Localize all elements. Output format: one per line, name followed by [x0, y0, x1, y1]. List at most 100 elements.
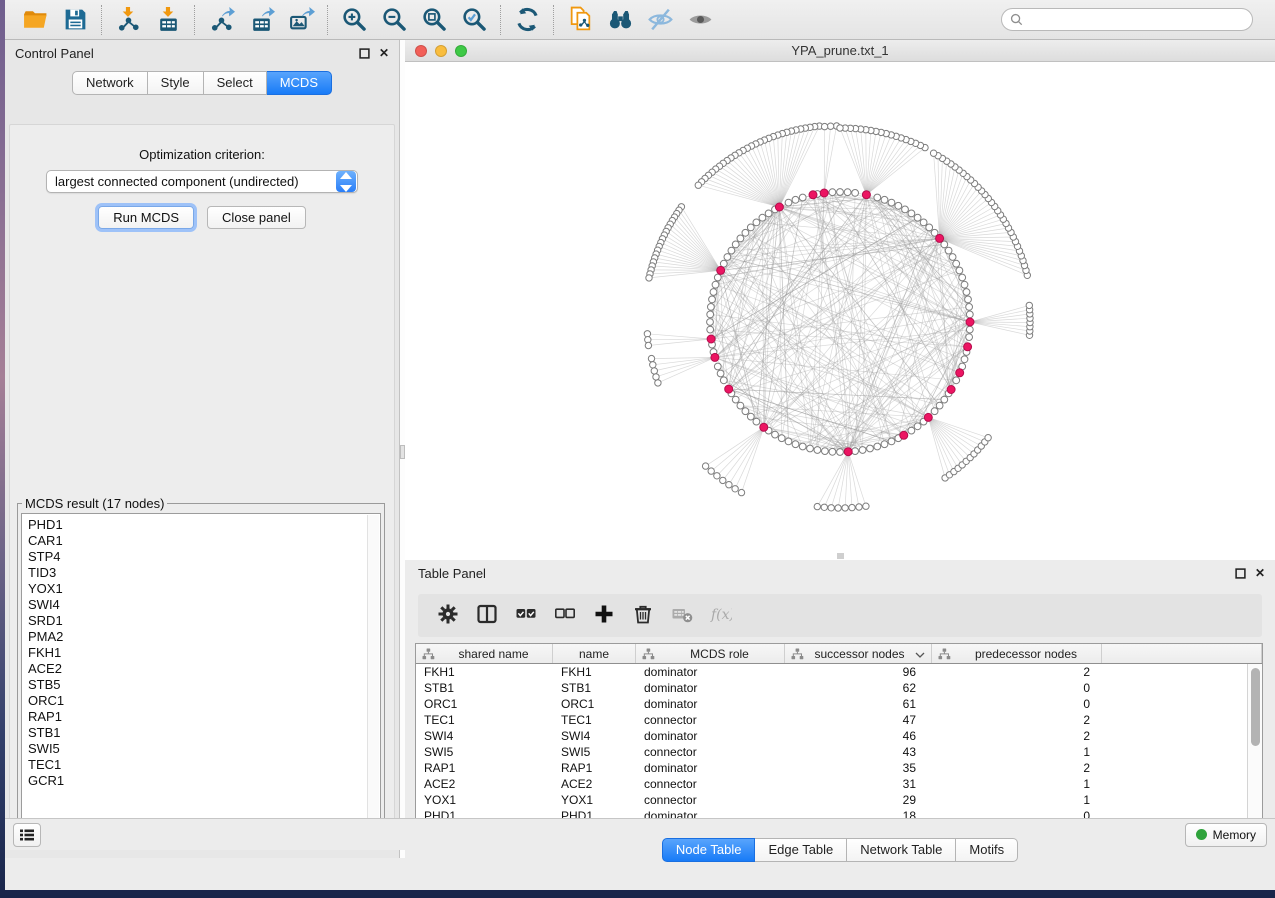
column-header-MCDS-role[interactable]: MCDS role [636, 644, 785, 663]
cell-shared-name[interactable]: ACE2 [416, 776, 553, 792]
cell-name[interactable]: YOX1 [553, 792, 636, 808]
table-row[interactable]: SWI5SWI5connector431 [416, 744, 1246, 760]
export-table-button[interactable] [241, 3, 281, 37]
cell-predecessor-nodes[interactable]: 2 [932, 712, 1102, 728]
mcds-result-item[interactable]: SWI4 [28, 597, 364, 613]
cell-successor-nodes[interactable]: 62 [785, 680, 932, 696]
mcds-result-item[interactable]: PMA2 [28, 629, 364, 645]
cell-predecessor-nodes[interactable]: 2 [932, 760, 1102, 776]
cell-name[interactable]: ACE2 [553, 776, 636, 792]
mcds-result-item[interactable]: STP4 [28, 549, 364, 565]
import-network-button[interactable] [108, 3, 148, 37]
tab-network[interactable]: Network [72, 71, 148, 95]
float-panel-icon[interactable] [1235, 568, 1246, 579]
table-row[interactable]: FKH1FKH1dominator962 [416, 664, 1246, 680]
table-row[interactable]: RAP1RAP1dominator352 [416, 760, 1246, 776]
cell-shared-name[interactable]: SWI4 [416, 728, 553, 744]
close-panel-icon[interactable]: ✕ [379, 46, 389, 60]
zoom-out-button[interactable] [374, 3, 414, 37]
settings-gear-button[interactable] [432, 598, 464, 634]
mcds-result-item[interactable]: CAR1 [28, 533, 364, 549]
cell-shared-name[interactable]: FKH1 [416, 664, 553, 680]
cell-predecessor-nodes[interactable]: 1 [932, 744, 1102, 760]
cell-name[interactable]: STB1 [553, 680, 636, 696]
mcds-result-item[interactable]: PHD1 [28, 517, 364, 533]
cell-shared-name[interactable]: TEC1 [416, 712, 553, 728]
cell-shared-name[interactable]: STB1 [416, 680, 553, 696]
open-session-button[interactable] [15, 3, 55, 37]
cell-shared-name[interactable]: RAP1 [416, 760, 553, 776]
optimization-select[interactable]: largest connected component (undirected) [46, 170, 358, 193]
cell-predecessor-nodes[interactable]: 1 [932, 792, 1102, 808]
cell-MCDS-role[interactable]: dominator [636, 760, 785, 776]
cell-shared-name[interactable]: YOX1 [416, 792, 553, 808]
hide-details-button[interactable] [640, 3, 680, 37]
zoom-window-icon[interactable] [455, 45, 467, 57]
add-column-button[interactable] [588, 598, 620, 634]
cell-predecessor-nodes[interactable]: 2 [932, 664, 1102, 680]
export-image-button[interactable] [281, 3, 321, 37]
show-details-button[interactable] [680, 3, 720, 37]
mcds-result-item[interactable]: ACE2 [28, 661, 364, 677]
refresh-view-button[interactable] [507, 3, 547, 37]
cell-name[interactable]: SWI4 [553, 728, 636, 744]
close-window-icon[interactable] [415, 45, 427, 57]
run-mcds-button[interactable]: Run MCDS [98, 206, 194, 229]
cell-MCDS-role[interactable]: connector [636, 712, 785, 728]
horizontal-splitter[interactable] [405, 552, 1275, 560]
mcds-result-item[interactable]: SRD1 [28, 613, 364, 629]
cell-MCDS-role[interactable]: dominator [636, 728, 785, 744]
mcds-result-item[interactable]: GCR1 [28, 773, 364, 789]
cell-shared-name[interactable]: ORC1 [416, 696, 553, 712]
scrollbar-thumb[interactable] [1251, 668, 1260, 746]
column-header-name[interactable]: name [553, 644, 636, 663]
close-panel-button[interactable]: Close panel [207, 206, 306, 229]
mcds-result-item[interactable]: FKH1 [28, 645, 364, 661]
cell-MCDS-role[interactable]: dominator [636, 696, 785, 712]
cell-predecessor-nodes[interactable]: 0 [932, 696, 1102, 712]
column-header-predecessor-nodes[interactable]: predecessor nodes [932, 644, 1102, 663]
cell-MCDS-role[interactable]: connector [636, 744, 785, 760]
cell-MCDS-role[interactable]: connector [636, 776, 785, 792]
tab-style[interactable]: Style [148, 71, 204, 95]
cell-successor-nodes[interactable]: 96 [785, 664, 932, 680]
table-row[interactable]: SWI4SWI4dominator462 [416, 728, 1246, 744]
tab-mcds[interactable]: MCDS [267, 71, 332, 95]
show-panels-button[interactable] [13, 823, 41, 847]
cell-shared-name[interactable]: SWI5 [416, 744, 553, 760]
cell-predecessor-nodes[interactable]: 0 [932, 680, 1102, 696]
cell-name[interactable]: RAP1 [553, 760, 636, 776]
close-panel-icon[interactable]: ✕ [1255, 566, 1265, 580]
cell-successor-nodes[interactable]: 46 [785, 728, 932, 744]
mcds-result-item[interactable]: STB5 [28, 677, 364, 693]
first-neighbors-button[interactable] [600, 3, 640, 37]
tab-network-table[interactable]: Network Table [847, 838, 956, 862]
export-network-button[interactable] [201, 3, 241, 37]
show-column-button[interactable] [471, 598, 503, 634]
table-scrollbar[interactable] [1247, 664, 1262, 828]
select-all-button[interactable] [510, 598, 542, 634]
mcds-result-item[interactable]: TID3 [28, 565, 364, 581]
clone-network-button[interactable] [560, 3, 600, 37]
minimize-window-icon[interactable] [435, 45, 447, 57]
import-table-button[interactable] [148, 3, 188, 37]
table-row[interactable]: ORC1ORC1dominator610 [416, 696, 1246, 712]
deselect-all-button[interactable] [549, 598, 581, 634]
table-row[interactable]: YOX1YOX1connector291 [416, 792, 1246, 808]
table-row[interactable]: STB1STB1dominator620 [416, 680, 1246, 696]
result-list-scrollbar[interactable] [367, 515, 379, 821]
float-panel-icon[interactable] [359, 48, 370, 59]
cell-predecessor-nodes[interactable]: 1 [932, 776, 1102, 792]
cell-predecessor-nodes[interactable]: 2 [932, 728, 1102, 744]
cell-name[interactable]: ORC1 [553, 696, 636, 712]
mcds-result-item[interactable]: ORC1 [28, 693, 364, 709]
mcds-result-item[interactable]: RAP1 [28, 709, 364, 725]
mcds-result-item[interactable]: YOX1 [28, 581, 364, 597]
cell-MCDS-role[interactable]: dominator [636, 680, 785, 696]
cell-MCDS-role[interactable]: dominator [636, 664, 785, 680]
column-header-successor-nodes[interactable]: successor nodes [785, 644, 932, 663]
tab-motifs[interactable]: Motifs [956, 838, 1018, 862]
cell-successor-nodes[interactable]: 29 [785, 792, 932, 808]
mcds-result-item[interactable]: STB1 [28, 725, 364, 741]
zoom-in-button[interactable] [334, 3, 374, 37]
